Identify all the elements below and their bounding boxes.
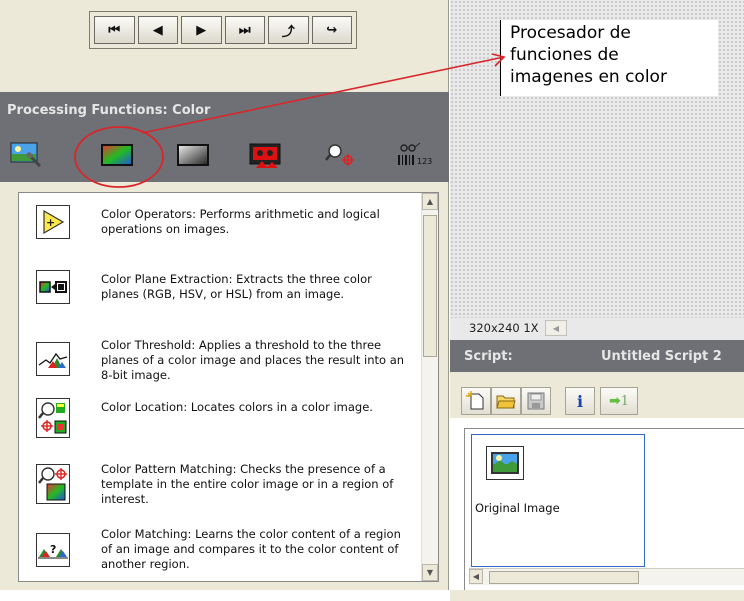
script-label: Script: xyxy=(464,349,513,364)
function-list: + Color Operators: Performs arithmetic a… xyxy=(18,192,439,582)
next-step-button[interactable]: ▶ xyxy=(181,16,222,44)
list-item[interactable]: + Color Operators: Performs arithmetic a… xyxy=(19,205,422,255)
scroll-up-icon[interactable]: ▲ xyxy=(422,193,438,210)
list-item[interactable]: Color Pattern Matching: Checks the prese… xyxy=(19,460,422,522)
color-threshold-icon xyxy=(36,342,70,376)
function-description: Color Matching: Learns the color content… xyxy=(101,527,401,571)
run-once-icon[interactable]: ➡ 1 xyxy=(600,387,638,415)
scroll-left-icon[interactable]: ◀ xyxy=(469,569,483,584)
script-name: Untitled Script 2 xyxy=(601,349,722,364)
script-scrollbar-thumb[interactable] xyxy=(489,571,639,584)
function-description: Color Operators: Performs arithmetic and… xyxy=(101,207,380,236)
function-description: Color Pattern Matching: Checks the prese… xyxy=(101,462,394,506)
processing-functions-title: Processing Functions: Color xyxy=(7,103,211,118)
info-icon[interactable]: i xyxy=(565,387,595,415)
color-plane-extraction-icon xyxy=(36,270,70,304)
image-size-zoom: 320x240 1X xyxy=(469,321,539,335)
script-header: Script: Untitled Script 2 xyxy=(450,340,744,372)
grayscale-functions-icon[interactable] xyxy=(176,142,210,168)
function-description: Color Plane Extraction: Extracts the thr… xyxy=(101,272,372,301)
function-description: Color Threshold: Applies a threshold to … xyxy=(101,338,405,382)
annotation-line: Procesador de xyxy=(510,23,631,43)
annotation-line: funciones de xyxy=(510,45,619,65)
binary-functions-icon[interactable] xyxy=(248,142,282,168)
svg-text:+: + xyxy=(46,216,55,229)
last-step-button[interactable]: ⏭ xyxy=(224,16,265,44)
undo-button[interactable]: ⤴ xyxy=(268,16,309,44)
new-script-icon[interactable] xyxy=(461,387,491,415)
canvas-scroll-left-icon[interactable]: ◀ xyxy=(545,320,567,336)
function-description: Color Location: Locates colors in a colo… xyxy=(101,400,373,414)
scrollbar-thumb[interactable] xyxy=(423,215,437,357)
image-tools-icon[interactable] xyxy=(10,142,44,168)
color-location-icon xyxy=(36,398,70,438)
function-list-scrollbar[interactable]: ▲ ▼ xyxy=(421,193,438,581)
save-script-icon[interactable] xyxy=(521,387,551,415)
scroll-down-icon[interactable]: ▼ xyxy=(422,564,438,581)
svg-text:?: ? xyxy=(50,543,56,556)
open-script-icon[interactable] xyxy=(491,387,521,415)
script-step-original-image[interactable]: Original Image xyxy=(471,434,645,567)
annotation-callout: Procesador de funciones de imagenes en c… xyxy=(500,20,718,96)
list-item[interactable]: ? Color Matching: Learns the color conte… xyxy=(19,527,422,581)
redo-button[interactable]: ↪ xyxy=(311,16,352,44)
processing-functions-header: Processing Functions: Color 123 xyxy=(0,92,449,182)
previous-step-button[interactable]: ◀ xyxy=(137,16,178,44)
list-item[interactable]: Color Threshold: Applies a threshold to … xyxy=(19,338,422,388)
list-item[interactable]: Color Location: Locates colors in a colo… xyxy=(19,398,422,448)
original-image-icon xyxy=(486,446,524,480)
identification-icon[interactable]: 123 xyxy=(396,142,440,168)
color-matching-icon: ? xyxy=(36,533,70,567)
annotation-line: imagenes en color xyxy=(510,67,667,87)
color-operators-icon: + xyxy=(36,205,70,239)
run-once-label: 1 xyxy=(620,393,629,409)
color-pattern-matching-icon xyxy=(36,464,70,504)
script-step-label: Original Image xyxy=(475,501,560,515)
bottom-strip xyxy=(450,590,744,601)
step-navigation-toolbar: ⏮ ◀ ▶ ⏭ ⤴ ↪ xyxy=(89,11,357,49)
script-horizontal-scrollbar[interactable]: ◀ xyxy=(469,568,744,585)
annotation-text: Procesador de funciones de imagenes en c… xyxy=(510,22,667,88)
list-item[interactable]: Color Plane Extraction: Extracts the thr… xyxy=(19,270,422,330)
identification-label: 123 xyxy=(417,157,432,166)
machine-vision-icon[interactable] xyxy=(324,142,358,168)
processing-panel: ⏮ ◀ ▶ ⏭ ⤴ ↪ Processing Functions: Color xyxy=(0,0,449,590)
color-functions-icon[interactable] xyxy=(100,142,134,168)
script-toolbar: i ➡ 1 xyxy=(450,372,744,418)
first-step-button[interactable]: ⏮ xyxy=(94,16,135,44)
